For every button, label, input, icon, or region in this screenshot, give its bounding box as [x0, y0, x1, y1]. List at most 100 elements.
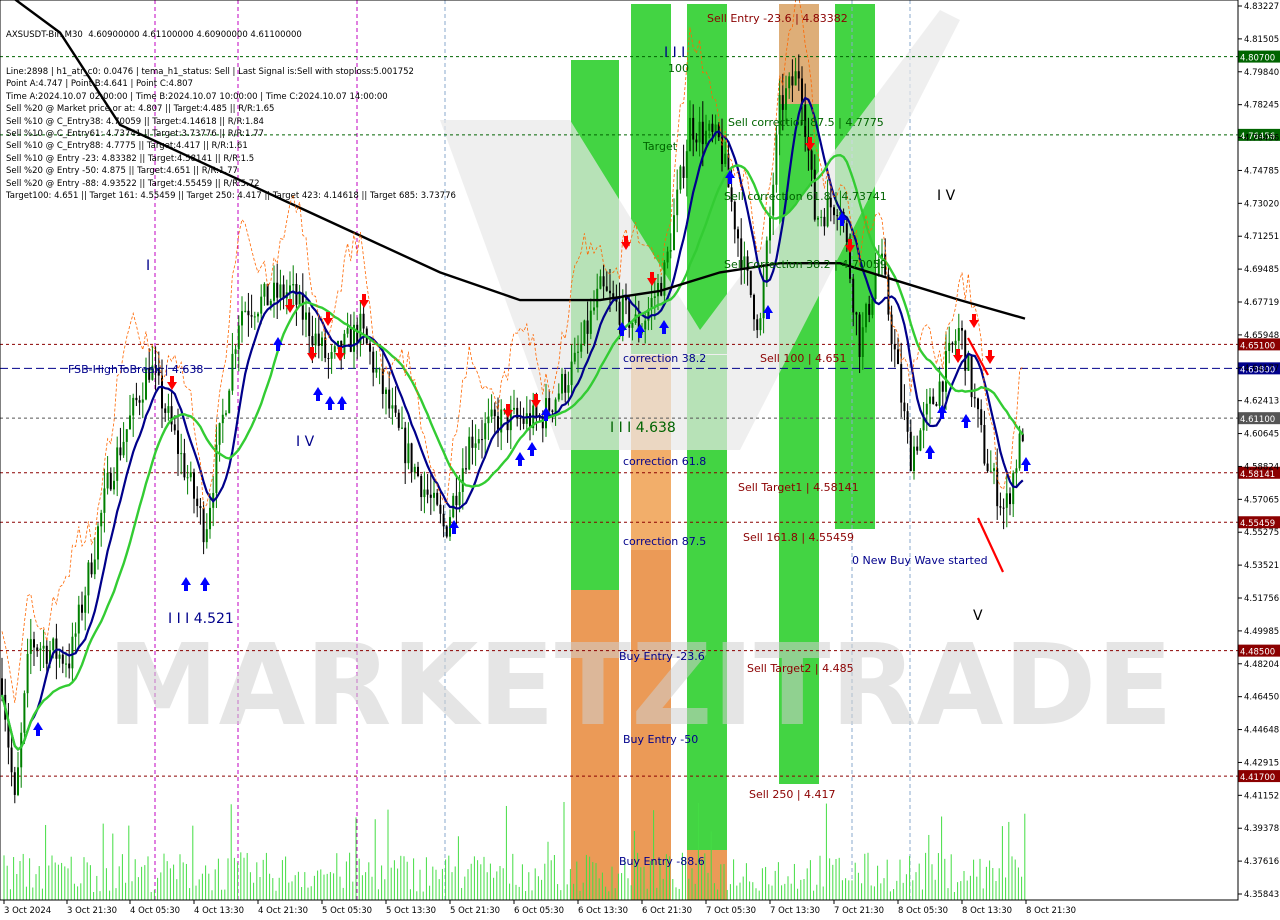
candle-body [305, 312, 307, 320]
candle-body [577, 351, 579, 353]
candle-body [621, 296, 624, 325]
candle-body [122, 441, 125, 456]
candle-body [234, 349, 237, 354]
candle-body [266, 283, 269, 306]
candle-body [58, 654, 61, 659]
candle-body [167, 406, 170, 413]
candle-body [189, 472, 192, 478]
candle-body [77, 604, 80, 634]
candle-body [769, 215, 771, 241]
candle-body [484, 423, 487, 440]
candle-body [493, 409, 496, 417]
candle-body [241, 311, 243, 326]
candle-body [23, 693, 26, 733]
candle-body [439, 504, 442, 514]
candle-body [106, 472, 109, 489]
annotation-label: FSB-HighToBreak | 4.638 [68, 363, 203, 376]
candle-body [593, 307, 595, 311]
candle-body [564, 373, 567, 393]
candle-body [938, 381, 941, 406]
candle-body [932, 396, 935, 405]
candle-body [682, 166, 685, 178]
candle-body [503, 409, 506, 411]
volume-bars [3, 802, 1026, 900]
candle-body [164, 408, 167, 413]
candle-body [65, 663, 67, 665]
annotation-label: I V [937, 188, 956, 204]
candle-body [193, 472, 195, 499]
candle-body [324, 337, 327, 359]
info-line: Point A:4.747 | Point B:4.641 | Point C:… [6, 79, 193, 90]
candle-body [333, 346, 336, 353]
candle-body [618, 301, 621, 325]
candle-body [29, 639, 32, 654]
candle-body [141, 399, 144, 403]
price-level-label: 4.65100 [1240, 341, 1275, 351]
candle-body [42, 645, 45, 649]
candle-body [993, 468, 995, 471]
candle-body [221, 414, 224, 424]
info-line: Sell %10 @ C_Entry88: 4.7775 || Target:4… [6, 141, 248, 152]
candle-body [397, 412, 400, 428]
y-tick-label: 4.62413 [1244, 397, 1279, 407]
candle-body [871, 298, 874, 315]
candle-body [698, 121, 701, 143]
candle-body [1002, 507, 1005, 509]
candle-body [263, 283, 266, 297]
candle-body [404, 427, 407, 464]
candle-body [426, 489, 429, 495]
annotation-label: V [973, 608, 983, 624]
buy-arrow-icon [1021, 457, 1031, 471]
candle-body [100, 512, 103, 527]
candle-body [477, 439, 480, 444]
candle-body [116, 447, 119, 481]
candle-body [385, 389, 387, 394]
candle-body [551, 410, 554, 412]
candle-body [570, 361, 573, 386]
price-level-label: 4.80700 [1240, 54, 1275, 64]
info-line: Line:2898 | h1_atr_c0: 0.0476 | tema_h1_… [6, 67, 414, 78]
info-panel: AXSUSDT-Bin,M30 4.60900000 4.61100000 4.… [6, 4, 456, 215]
candle-body [113, 480, 115, 490]
candle-body [711, 123, 714, 133]
y-tick-label: 4.57065 [1244, 495, 1279, 505]
candle-body [129, 415, 131, 430]
candle-body [557, 393, 560, 400]
candle-body [20, 732, 23, 768]
x-tick-label: 4 Oct 05:30 [130, 906, 180, 916]
candle-body [202, 508, 205, 543]
candle-body [487, 416, 490, 424]
symbol-line: AXSUSDT-Bin,M30 4.60900000 4.61100000 4.… [6, 29, 302, 40]
candle-body [423, 489, 426, 498]
y-tick-label: 4.65948 [1244, 331, 1279, 341]
candle-body [631, 323, 634, 328]
candle-body [605, 286, 608, 291]
candle-body [561, 373, 563, 394]
y-tick-label: 4.83227 [1244, 2, 1279, 12]
candle-body [954, 340, 957, 345]
candle-body [346, 328, 349, 334]
candle-body [349, 328, 352, 352]
candle-body [218, 423, 221, 445]
candle-body [273, 282, 275, 301]
candle-body [455, 495, 458, 506]
candle-body [228, 390, 231, 414]
candle-body [733, 201, 736, 230]
annotation-label: I I I [664, 45, 685, 61]
candle-body [548, 398, 551, 411]
candle-body [596, 288, 599, 308]
watermark-text: MARKETZITRADE [107, 621, 1173, 751]
candle-body [253, 316, 256, 318]
candle-body [858, 314, 861, 358]
info-line: Sell %20 @ Entry -88: 4.93522 || Target:… [6, 178, 260, 189]
candle-body [292, 284, 295, 286]
candle-body [26, 653, 29, 694]
candle-body [983, 424, 986, 464]
candle-body [695, 139, 698, 143]
candle-body [410, 443, 413, 473]
candle-body [90, 562, 93, 575]
candle-body [289, 285, 291, 293]
candle-body [481, 439, 483, 441]
candle-body [567, 385, 570, 393]
candle-body [810, 150, 813, 170]
